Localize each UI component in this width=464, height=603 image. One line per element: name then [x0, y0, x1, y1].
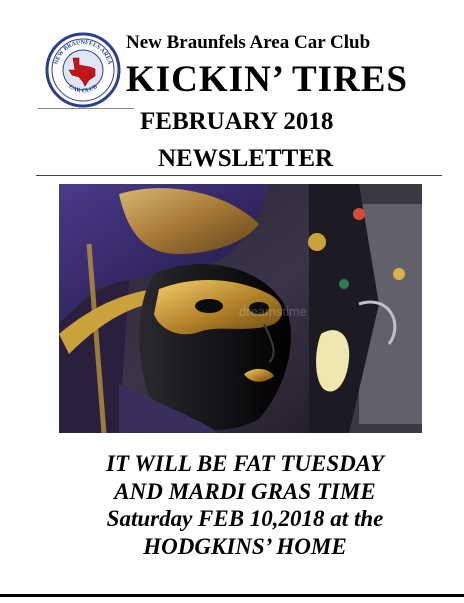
event-line-4: HODGKINS’ HOME — [143, 533, 347, 559]
event-line-3: Saturday FEB 10,2018 at the — [106, 506, 384, 531]
club-name: New Braunfels Area Car Club — [126, 32, 371, 53]
event-line-2: AND MARDI GRAS TIME — [114, 478, 376, 504]
event-announcement: IT WILL BE FAT TUESDAY AND MARDI GRAS TI… — [40, 450, 450, 560]
logo-divider — [38, 108, 134, 109]
photo-watermark: dreamstime — [239, 304, 307, 319]
newsletter-title: KICKIN’ TIRES — [126, 59, 409, 100]
club-logo: NEW BRAUNFELS AREA CAR CLUB — [45, 32, 121, 108]
issue-date: FEBRUARY 2018 — [140, 108, 334, 135]
mardi-gras-mask-photo: dreamstime — [59, 184, 422, 433]
newsletter-label: NEWSLETTER — [158, 145, 334, 172]
footer-divider — [0, 594, 464, 597]
header-divider — [36, 175, 442, 176]
event-line-1: IT WILL BE FAT TUESDAY — [106, 451, 384, 476]
